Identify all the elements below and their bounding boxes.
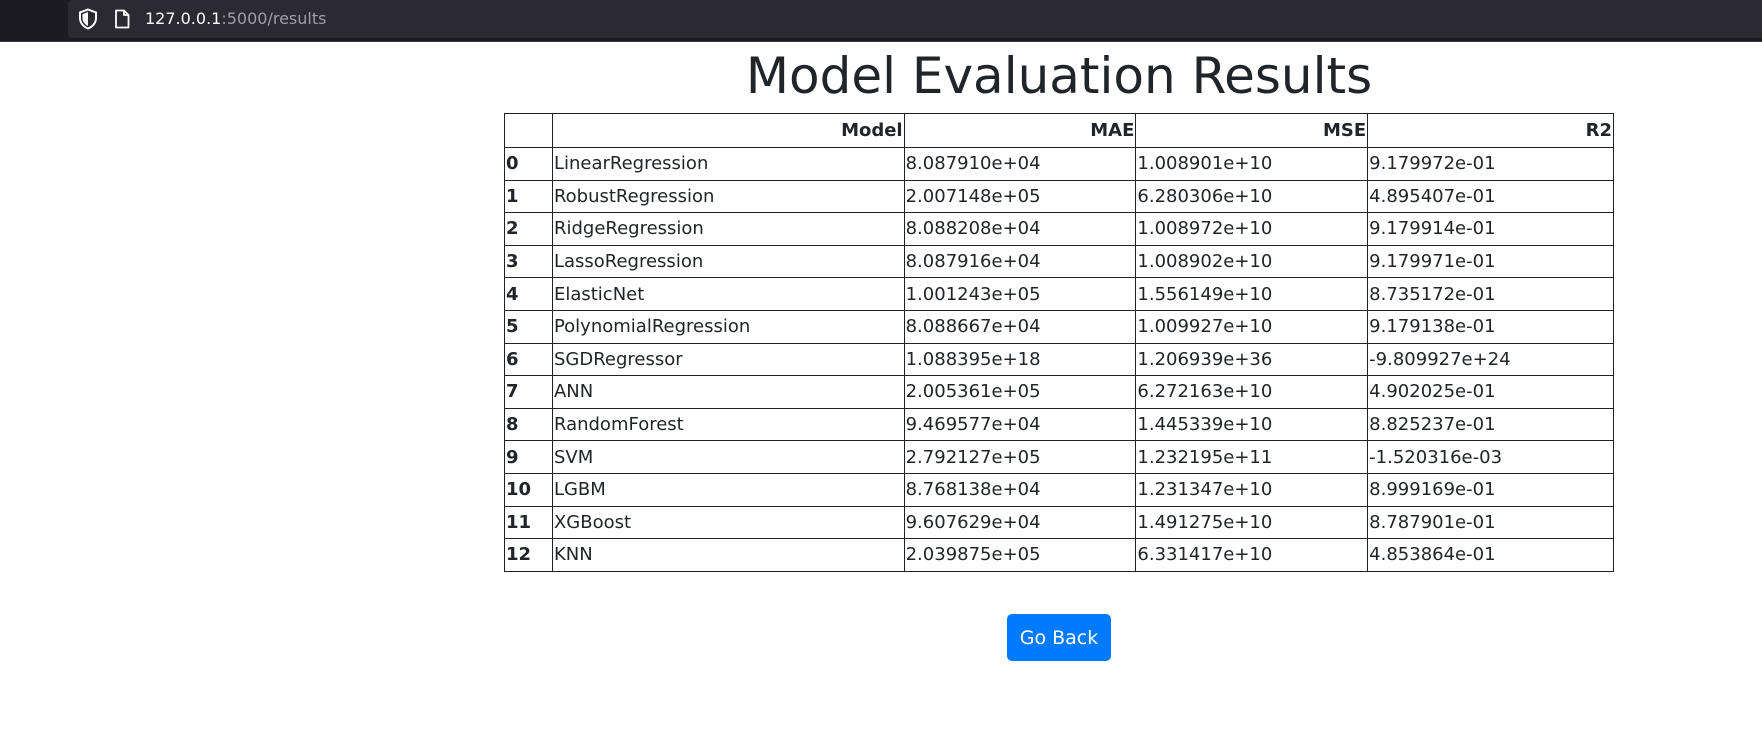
table-row: 10 LGBM 8.768138e+04 1.231347e+10 8.999169e-… — [504, 472, 1614, 507]
r2-cell: 8.735172e-01 — [1367, 277, 1614, 311]
mae-cell: 8.088667e+04 — [903, 309, 1137, 344]
model-cell: PolynomialRegression — [551, 309, 905, 344]
mae-cell: 8.087916e+04 — [903, 244, 1137, 279]
go-back-button[interactable]: Go Back — [1007, 614, 1111, 661]
table-row: 1 RobustRegression 2.007148e+05 6.280306e+1… — [504, 179, 1614, 214]
mse-cell: 1.009927e+10 — [1135, 309, 1369, 344]
model-cell: SGDRegressor — [551, 342, 905, 377]
page-icon[interactable] — [114, 9, 130, 29]
row-index: 2 — [504, 212, 553, 246]
r2-cell: 8.787901e-01 — [1367, 505, 1614, 540]
page-title: Model Evaluation Results — [745, 47, 1373, 105]
model-cell: ElasticNet — [551, 277, 905, 311]
mae-cell: 1.088395e+18 — [903, 342, 1137, 377]
r2-cell: 8.999169e-01 — [1367, 472, 1614, 507]
mae-cell: 2.039875e+05 — [903, 538, 1137, 572]
row-index: 5 — [504, 309, 553, 344]
row-index: 11 — [504, 505, 553, 540]
r2-cell: 4.902025e-01 — [1367, 375, 1614, 409]
mse-cell: 1.232195e+11 — [1135, 440, 1369, 474]
table-row: 4 ElasticNet 1.001243e+05 1.556149e+10 8.735… — [504, 277, 1614, 311]
table-row: 3 LassoRegression 8.087916e+04 1.008902e+10… — [504, 244, 1614, 279]
table-header-row: Model MAE MSE R2 — [504, 113, 1614, 148]
table-row: 9 SVM 2.792127e+05 1.232195e+11 -1.520316e-0… — [504, 440, 1614, 474]
model-cell: LGBM — [551, 472, 905, 507]
mse-cell: 1.206939e+36 — [1135, 342, 1369, 377]
url-host: 127.0.0.1 — [145, 9, 222, 28]
mae-cell: 8.088208e+04 — [903, 212, 1137, 246]
mse-cell: 1.445339e+10 — [1135, 407, 1369, 442]
row-index: 12 — [504, 538, 553, 572]
row-index: 9 — [504, 440, 553, 474]
table-row: 2 RidgeRegression 8.088208e+04 1.008972e+10… — [504, 212, 1614, 246]
model-cell: RidgeRegression — [551, 212, 905, 246]
mse-cell: 6.331417e+10 — [1135, 538, 1369, 572]
results-table: Model MAE MSE R2 0 LinearRegression 8.0879… — [504, 113, 1614, 572]
model-cell: RobustRegression — [551, 179, 905, 214]
browser-toolbar: 127.0.0.1:5000/results — [0, 0, 1762, 42]
mae-cell: 1.001243e+05 — [903, 277, 1137, 311]
url-text[interactable]: 127.0.0.1:5000/results — [145, 9, 326, 29]
r2-cell: -9.809927e+24 — [1367, 342, 1614, 377]
model-cell: XGBoost — [551, 505, 905, 540]
mse-cell: 1.008901e+10 — [1135, 147, 1369, 181]
r2-cell: 8.825237e-01 — [1367, 407, 1614, 442]
row-index: 1 — [504, 179, 553, 214]
column-header-r2: R2 — [1367, 113, 1614, 148]
mae-cell: 2.007148e+05 — [903, 179, 1137, 214]
model-cell: SVM — [551, 440, 905, 474]
table-row: 6 SGDRegressor 1.088395e+18 1.206939e+36 -9.… — [504, 342, 1614, 377]
r2-cell: 4.895407e-01 — [1367, 179, 1614, 214]
model-cell: RandomForest — [551, 407, 905, 442]
row-index: 10 — [504, 472, 553, 507]
mse-cell: 6.280306e+10 — [1135, 179, 1369, 214]
mae-cell: 8.087910e+04 — [903, 147, 1137, 181]
row-index: 6 — [504, 342, 553, 377]
mse-cell: 1.231347e+10 — [1135, 472, 1369, 507]
row-index: 7 — [504, 375, 553, 409]
mae-cell: 9.469577e+04 — [903, 407, 1137, 442]
mae-cell: 8.768138e+04 — [903, 472, 1137, 507]
model-cell: KNN — [551, 538, 905, 572]
r2-cell: 4.853864e-01 — [1367, 538, 1614, 572]
row-index: 0 — [504, 147, 553, 181]
row-index: 8 — [504, 407, 553, 442]
r2-cell: 9.179972e-01 — [1367, 147, 1614, 181]
row-index: 4 — [504, 277, 553, 311]
column-header-model: Model — [551, 113, 905, 148]
column-header-index — [504, 113, 553, 148]
column-header-mae: MAE — [903, 113, 1137, 148]
mse-cell: 1.008972e+10 — [1135, 212, 1369, 246]
r2-cell: 9.179914e-01 — [1367, 212, 1614, 246]
model-cell: LinearRegression — [551, 147, 905, 181]
table-row: 0 LinearRegression 8.087910e+04 1.008901e+1… — [504, 147, 1614, 181]
model-cell: ANN — [551, 375, 905, 409]
r2-cell: 9.179971e-01 — [1367, 244, 1614, 279]
table-row: 5 PolynomialRegression 8.088667e+04 1.00992… — [504, 309, 1614, 344]
mse-cell: 1.008902e+10 — [1135, 244, 1369, 279]
shield-icon[interactable] — [78, 8, 98, 30]
table-row: 7 ANN 2.005361e+05 6.272163e+10 4.902025e-01 — [504, 375, 1614, 409]
r2-cell: 9.179138e-01 — [1367, 309, 1614, 344]
mse-cell: 1.491275e+10 — [1135, 505, 1369, 540]
mse-cell: 1.556149e+10 — [1135, 277, 1369, 311]
mae-cell: 2.005361e+05 — [903, 375, 1137, 409]
table-row: 8 RandomForest 9.469577e+04 1.445339e+10 8.8… — [504, 407, 1614, 442]
mse-cell: 6.272163e+10 — [1135, 375, 1369, 409]
mae-cell: 2.792127e+05 — [903, 440, 1137, 474]
table-row: 11 XGBoost 9.607629e+04 1.491275e+10 8.78790… — [504, 505, 1614, 540]
mae-cell: 9.607629e+04 — [903, 505, 1137, 540]
url-path: :5000/results — [221, 9, 327, 28]
model-cell: LassoRegression — [551, 244, 905, 279]
table-row: 12 KNN 2.039875e+05 6.331417e+10 4.853864e-0… — [504, 538, 1614, 572]
row-index: 3 — [504, 244, 553, 279]
column-header-mse: MSE — [1135, 113, 1369, 148]
table-body: 0 LinearRegression 8.087910e+04 1.008901e+1… — [504, 147, 1614, 572]
r2-cell: -1.520316e-03 — [1367, 440, 1614, 474]
